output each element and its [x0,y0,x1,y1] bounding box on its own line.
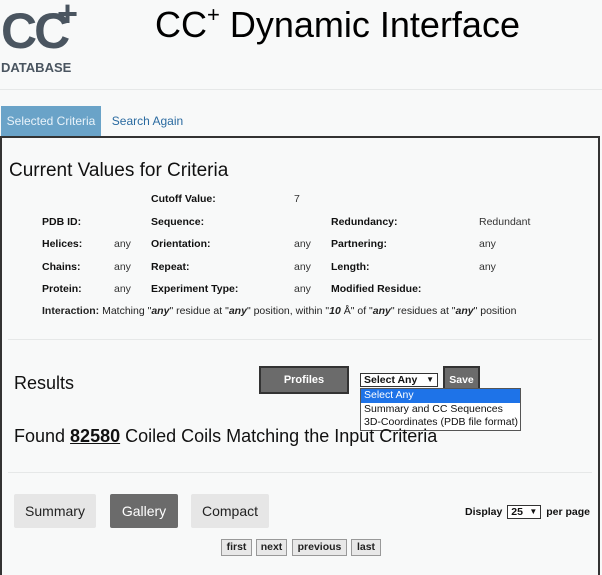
found-post: Coiled Coils Matching the Input Criteria [120,426,438,446]
logo-plus-text: + [57,0,79,34]
first-page-button[interactable]: first [221,539,252,556]
interaction-residues-value: any [372,305,391,317]
title-sup: + [207,2,220,27]
header-divider [0,89,602,90]
interaction-text-3: " position, within " [246,305,330,317]
per-page-value: 25 [511,506,523,518]
interaction-label: Interaction: [42,305,100,317]
sequence-label: Sequence: [151,216,205,228]
interaction-text-5: " residues at " [390,305,456,317]
cutoff-label: Cutoff Value: [151,193,216,205]
per-page-label: per page [546,505,590,518]
gallery-view-button[interactable]: Gallery [110,494,178,528]
interaction-residue-value: any [151,305,170,317]
experiment-type-label: Experiment Type: [151,283,239,295]
partnering-label: Partnering: [331,238,388,250]
helices-value: any [114,238,131,250]
interaction-positions-value: any [455,305,474,317]
chevron-down-icon: ▼ [426,375,434,384]
download-format-value: Select Any [364,374,418,386]
download-format-select[interactable]: Select Any ▼ [360,373,438,387]
interaction-description: Interaction: Matching "any" residue at "… [42,305,516,317]
redundancy-value: Redundant [479,216,531,228]
interaction-text-2: " residue at " [169,305,229,317]
cutoff-value: 7 [294,193,300,205]
section-divider [8,339,592,340]
results-count-text: Found 82580 Coiled Coils Matching the In… [14,426,437,447]
length-label: Length: [331,261,370,273]
compact-view-button[interactable]: Compact [191,494,269,528]
pdb-id-label: PDB ID: [42,216,82,228]
per-page-control: Display 25 ▼ per page [465,505,590,519]
protein-value: any [114,283,131,295]
orientation-value: any [294,238,311,250]
last-page-button[interactable]: last [351,539,381,556]
found-pre: Found [14,426,71,446]
interaction-text-1: Matching " [99,305,152,317]
dropdown-option-select-any[interactable]: Select Any [361,389,520,403]
interaction-text-6: " position [473,305,517,317]
protein-label: Protein: [42,283,82,295]
section-divider-2 [8,472,592,473]
cc-database-logo: CC + DATABASE [1,0,79,76]
interaction-distance-value: 10 [329,305,341,317]
display-label: Display [465,505,503,518]
interaction-position-value: any [228,305,247,317]
page-title: CC+ Dynamic Interface [155,2,520,46]
next-page-button[interactable]: next [256,539,287,556]
length-value: any [479,261,496,273]
per-page-select[interactable]: 25 ▼ [507,505,542,519]
tab-selected-criteria[interactable]: Selected Criteria [1,106,101,137]
chevron-down-icon: ▼ [529,507,538,516]
summary-view-button[interactable]: Summary [14,494,96,528]
experiment-type-value: any [294,283,311,295]
partnering-value: any [479,238,496,250]
logo-sub-text: DATABASE [1,60,72,75]
orientation-label: Orientation: [151,238,211,250]
helices-label: Helices: [42,238,83,250]
tab-search-again[interactable]: Search Again [110,106,185,137]
criteria-heading: Current Values for Criteria [9,160,229,181]
chains-label: Chains: [42,261,81,273]
previous-page-button[interactable]: previous [292,539,347,556]
repeat-label: Repeat: [151,261,190,273]
found-count-link[interactable]: 82580 [70,426,120,446]
title-pre: CC [155,4,207,45]
title-post: Dynamic Interface [219,4,520,45]
repeat-value: any [294,261,311,273]
modified-residue-label: Modified Residue: [331,283,422,295]
chains-value: any [114,261,131,273]
dropdown-option-summary[interactable]: Summary and CC Sequences [361,403,520,417]
results-heading: Results [14,373,75,393]
download-format-dropdown: Select Any Summary and CC Sequences 3D-C… [360,388,521,431]
interaction-text-4: Å" of " [340,305,373,317]
profiles-button[interactable]: Profiles [259,366,349,394]
redundancy-label: Redundancy: [331,216,398,228]
